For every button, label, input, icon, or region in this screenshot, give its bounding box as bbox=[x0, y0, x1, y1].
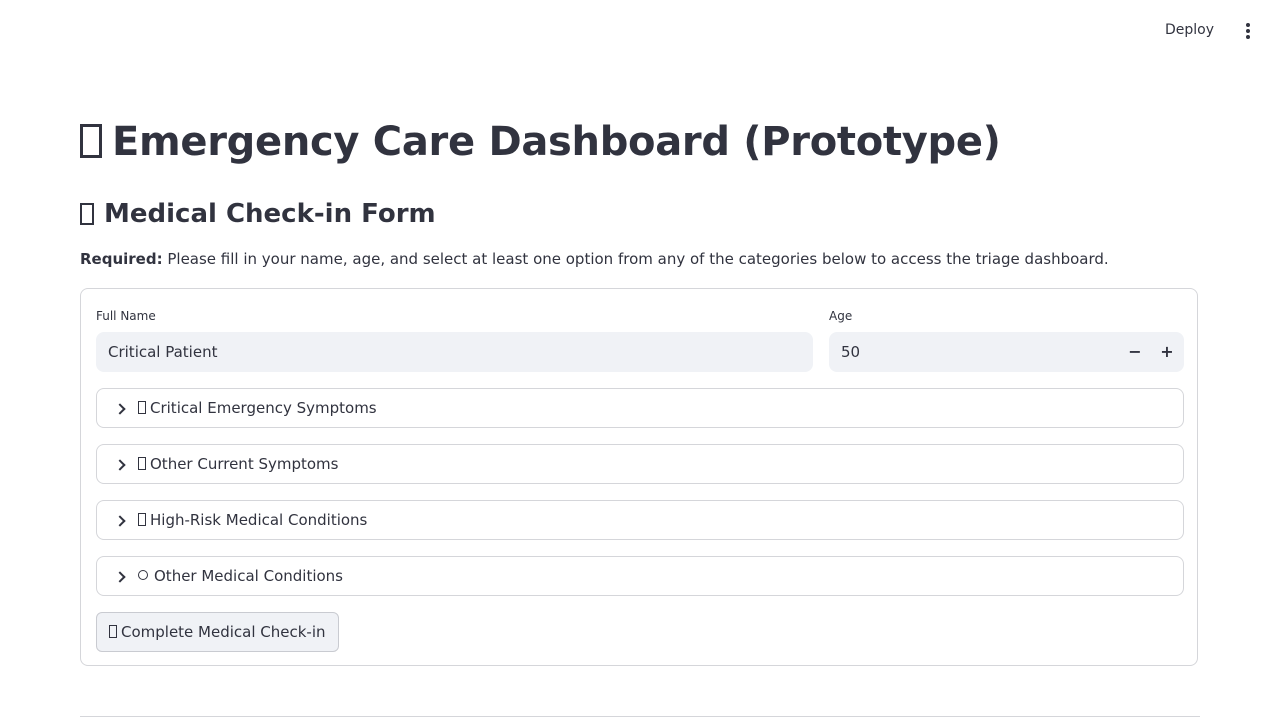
missing-glyph-icon bbox=[138, 457, 146, 470]
expander-label-text: Other Medical Conditions bbox=[154, 567, 343, 585]
expander-high-risk-medical-conditions[interactable]: High-Risk Medical Conditions bbox=[96, 500, 1184, 540]
deploy-button[interactable]: Deploy bbox=[1165, 20, 1214, 40]
expander-label: High-Risk Medical Conditions bbox=[138, 501, 367, 539]
top-toolbar: Deploy bbox=[0, 0, 1280, 60]
check-in-form: Full Name Critical Patient Age 50 − + Cr… bbox=[80, 288, 1198, 666]
expander-label-text: High-Risk Medical Conditions bbox=[150, 511, 368, 529]
required-label: Required: bbox=[80, 250, 163, 268]
missing-glyph-icon bbox=[138, 401, 146, 414]
complete-check-in-button[interactable]: Complete Medical Check-in bbox=[96, 612, 339, 652]
expander-label-text: Other Current Symptoms bbox=[150, 455, 339, 473]
form-heading: Medical Check-in Form bbox=[80, 196, 436, 232]
expander-label: Critical Emergency Symptoms bbox=[138, 389, 377, 427]
age-label: Age bbox=[829, 309, 853, 323]
kebab-menu-icon[interactable] bbox=[1240, 20, 1256, 40]
missing-glyph-icon bbox=[80, 124, 102, 158]
expander-critical-emergency-symptoms[interactable]: Critical Emergency Symptoms bbox=[96, 388, 1184, 428]
page-title: Emergency Care Dashboard (Prototype) bbox=[80, 116, 1001, 168]
expander-other-medical-conditions[interactable]: Other Medical Conditions bbox=[96, 556, 1184, 596]
circle-icon bbox=[138, 570, 148, 580]
chevron-right-icon bbox=[113, 569, 129, 585]
page-title-text: Emergency Care Dashboard (Prototype) bbox=[112, 119, 1001, 165]
required-text: Please fill in your name, age, and selec… bbox=[162, 250, 1109, 268]
expander-label-text: Critical Emergency Symptoms bbox=[150, 399, 377, 417]
chevron-right-icon bbox=[113, 513, 129, 529]
section-divider bbox=[80, 716, 1200, 717]
missing-glyph-icon bbox=[80, 203, 94, 225]
missing-glyph-icon bbox=[138, 513, 146, 526]
age-value[interactable]: 50 bbox=[841, 332, 860, 372]
age-stepper: 50 − + bbox=[829, 332, 1184, 372]
form-heading-text: Medical Check-in Form bbox=[104, 199, 436, 229]
expander-other-current-symptoms[interactable]: Other Current Symptoms bbox=[96, 444, 1184, 484]
full-name-label: Full Name bbox=[96, 309, 156, 323]
age-decrement-button[interactable]: − bbox=[1119, 332, 1151, 372]
expander-label: Other Medical Conditions bbox=[138, 557, 343, 595]
chevron-right-icon bbox=[113, 401, 129, 417]
missing-glyph-icon bbox=[109, 625, 117, 638]
chevron-right-icon bbox=[113, 457, 129, 473]
required-notice: Required: Please fill in your name, age,… bbox=[80, 248, 1109, 270]
expander-label: Other Current Symptoms bbox=[138, 445, 338, 483]
submit-label: Complete Medical Check-in bbox=[121, 623, 326, 641]
full-name-input[interactable]: Critical Patient bbox=[96, 332, 813, 372]
age-increment-button[interactable]: + bbox=[1151, 332, 1183, 372]
